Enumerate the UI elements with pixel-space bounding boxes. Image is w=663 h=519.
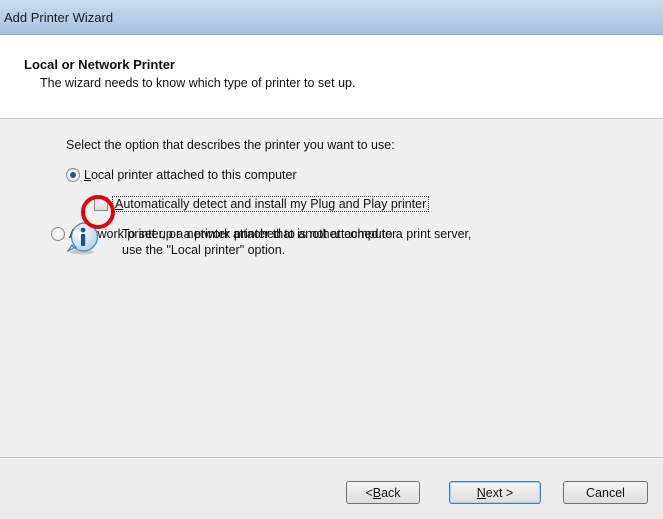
page-subtitle: The wizard needs to know which type of p…	[40, 76, 356, 90]
info-line-1: To set up a network printer that is not …	[122, 227, 472, 241]
option-prompt: Select the option that describes the pri…	[66, 138, 395, 152]
network-printer-radio[interactable]	[51, 227, 65, 241]
cancel-button[interactable]: Cancel	[563, 481, 648, 504]
info-text: To set up a network printer that is not …	[122, 226, 472, 258]
autodetect-label[interactable]: Automatically detect and install my Plug…	[112, 196, 430, 212]
highlight-circle	[81, 195, 115, 229]
info-line-2: use the "Local printer" option.	[122, 243, 286, 257]
page-title: Local or Network Printer	[24, 57, 175, 72]
local-printer-label[interactable]: Local printer attached to this computer	[84, 168, 297, 182]
local-printer-radio[interactable]	[66, 168, 80, 182]
wizard-body: Select the option that describes the pri…	[0, 119, 663, 457]
title-bar: Add Printer Wizard	[0, 0, 663, 35]
local-printer-option[interactable]: Local printer attached to this computer	[66, 168, 297, 182]
wizard-header: Local or Network Printer The wizard need…	[0, 35, 663, 119]
back-button[interactable]: < Back	[346, 481, 420, 504]
window-title: Add Printer Wizard	[4, 10, 114, 25]
next-button[interactable]: Next >	[449, 481, 541, 504]
separator-highlight	[0, 458, 663, 459]
autodetect-option[interactable]: Automatically detect and install my Plug…	[94, 196, 430, 212]
